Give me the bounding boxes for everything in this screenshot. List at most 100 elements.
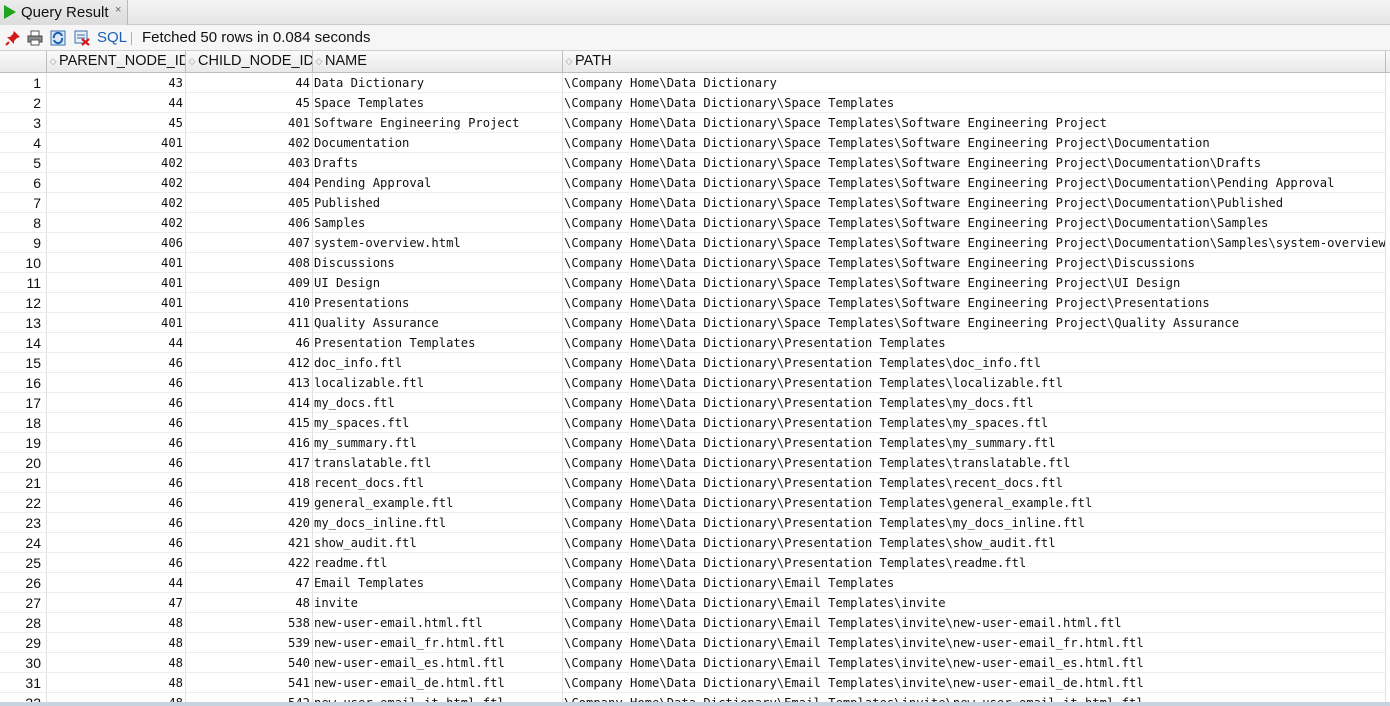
name-cell[interactable]: Pending Approval	[313, 173, 563, 193]
parent-node-id-cell[interactable]: 45	[47, 113, 186, 133]
path-cell[interactable]: \Company Home\Data Dictionary\Presentati…	[563, 493, 1386, 513]
row-number[interactable]: 26	[0, 573, 47, 593]
close-icon[interactable]: ×	[115, 4, 121, 16]
path-cell[interactable]: \Company Home\Data Dictionary\Presentati…	[563, 393, 1386, 413]
parent-node-id-cell[interactable]: 401	[47, 313, 186, 333]
child-node-id-cell[interactable]: 415	[186, 413, 313, 433]
row-number[interactable]: 19	[0, 433, 47, 453]
path-cell[interactable]: \Company Home\Data Dictionary\Space Temp…	[563, 313, 1386, 333]
path-cell[interactable]: \Company Home\Data Dictionary\Space Temp…	[563, 173, 1386, 193]
row-number[interactable]: 5	[0, 153, 47, 173]
table-row[interactable]: 21 46 418 recent_docs.ftl \Company Home\Data…	[0, 473, 1390, 493]
row-number[interactable]: 18	[0, 413, 47, 433]
row-number[interactable]: 25	[0, 553, 47, 573]
name-cell[interactable]: Drafts	[313, 153, 563, 173]
path-cell[interactable]: \Company Home\Data Dictionary\Space Temp…	[563, 193, 1386, 213]
row-number[interactable]: 9	[0, 233, 47, 253]
parent-node-id-cell[interactable]: 402	[47, 173, 186, 193]
child-node-id-cell[interactable]: 407	[186, 233, 313, 253]
parent-node-id-cell[interactable]: 401	[47, 293, 186, 313]
name-cell[interactable]: Space Templates	[313, 93, 563, 113]
table-row[interactable]: 16 46 413 localizable.ftl \Company Home\Data…	[0, 373, 1390, 393]
name-cell[interactable]: translatable.ftl	[313, 453, 563, 473]
child-node-id-cell[interactable]: 420	[186, 513, 313, 533]
child-node-id-cell[interactable]: 45	[186, 93, 313, 113]
parent-node-id-cell[interactable]: 48	[47, 613, 186, 633]
sql-button[interactable]: SQL	[97, 29, 127, 46]
child-node-id-cell[interactable]: 419	[186, 493, 313, 513]
path-cell[interactable]: \Company Home\Data Dictionary\Space Temp…	[563, 293, 1386, 313]
parent-node-id-cell[interactable]: 48	[47, 673, 186, 693]
column-header-parent-node-id[interactable]: ◇ PARENT_NODE_ID	[47, 51, 186, 72]
parent-node-id-cell[interactable]: 46	[47, 453, 186, 473]
child-node-id-cell[interactable]: 47	[186, 573, 313, 593]
table-row[interactable]: 30 48 540 new-user-email_es.html.ftl \Compan…	[0, 653, 1390, 673]
table-row[interactable]: 25 46 422 readme.ftl \Company Home\Data Dict…	[0, 553, 1390, 573]
table-row[interactable]: 26 44 47 Email Templates \Company Home\Data …	[0, 573, 1390, 593]
name-cell[interactable]: Samples	[313, 213, 563, 233]
table-row[interactable]: 20 46 417 translatable.ftl \Company Home\Dat…	[0, 453, 1390, 473]
name-cell[interactable]: my_summary.ftl	[313, 433, 563, 453]
name-cell[interactable]: recent_docs.ftl	[313, 473, 563, 493]
child-node-id-cell[interactable]: 541	[186, 673, 313, 693]
column-header-child-node-id[interactable]: ◇ CHILD_NODE_ID	[186, 51, 313, 72]
table-row[interactable]: 13 401 411 Quality Assurance \Company Home\D…	[0, 313, 1390, 333]
path-cell[interactable]: \Company Home\Data Dictionary\Space Temp…	[563, 213, 1386, 233]
path-cell[interactable]: \Company Home\Data Dictionary\Space Temp…	[563, 113, 1386, 133]
name-cell[interactable]: Email Templates	[313, 573, 563, 593]
child-node-id-cell[interactable]: 48	[186, 593, 313, 613]
row-number[interactable]: 24	[0, 533, 47, 553]
path-cell[interactable]: \Company Home\Data Dictionary\Presentati…	[563, 433, 1386, 453]
child-node-id-cell[interactable]: 422	[186, 553, 313, 573]
table-row[interactable]: 24 46 421 show_audit.ftl \Company Home\Data …	[0, 533, 1390, 553]
child-node-id-cell[interactable]: 416	[186, 433, 313, 453]
name-cell[interactable]: invite	[313, 593, 563, 613]
row-number[interactable]: 30	[0, 653, 47, 673]
path-cell[interactable]: \Company Home\Data Dictionary\Presentati…	[563, 373, 1386, 393]
parent-node-id-cell[interactable]: 401	[47, 133, 186, 153]
row-number[interactable]: 27	[0, 593, 47, 613]
table-row[interactable]: 10 401 408 Discussions \Company Home\Data Di…	[0, 253, 1390, 273]
parent-node-id-cell[interactable]: 402	[47, 153, 186, 173]
child-node-id-cell[interactable]: 401	[186, 113, 313, 133]
row-number[interactable]: 29	[0, 633, 47, 653]
table-row[interactable]: 18 46 415 my_spaces.ftl \Company Home\Data D…	[0, 413, 1390, 433]
refresh-icon[interactable]	[50, 30, 66, 46]
row-number[interactable]: 2	[0, 93, 47, 113]
path-cell[interactable]: \Company Home\Data Dictionary\Presentati…	[563, 513, 1386, 533]
child-node-id-cell[interactable]: 417	[186, 453, 313, 473]
child-node-id-cell[interactable]: 403	[186, 153, 313, 173]
row-number[interactable]: 1	[0, 73, 47, 93]
row-number[interactable]: 21	[0, 473, 47, 493]
path-cell[interactable]: \Company Home\Data Dictionary\Space Temp…	[563, 133, 1386, 153]
column-header-name[interactable]: ◇ NAME	[313, 51, 563, 72]
child-node-id-cell[interactable]: 402	[186, 133, 313, 153]
name-cell[interactable]: my_docs.ftl	[313, 393, 563, 413]
parent-node-id-cell[interactable]: 46	[47, 533, 186, 553]
path-cell[interactable]: \Company Home\Data Dictionary\Presentati…	[563, 413, 1386, 433]
parent-node-id-cell[interactable]: 48	[47, 653, 186, 673]
parent-node-id-cell[interactable]: 402	[47, 213, 186, 233]
path-cell[interactable]: \Company Home\Data Dictionary\Space Temp…	[563, 253, 1386, 273]
row-number[interactable]: 11	[0, 273, 47, 293]
path-cell[interactable]: \Company Home\Data Dictionary\Email Temp…	[563, 593, 1386, 613]
parent-node-id-cell[interactable]: 406	[47, 233, 186, 253]
name-cell[interactable]: my_spaces.ftl	[313, 413, 563, 433]
path-cell[interactable]: \Company Home\Data Dictionary\Presentati…	[563, 553, 1386, 573]
name-cell[interactable]: new-user-email.html.ftl	[313, 613, 563, 633]
path-cell[interactable]: \Company Home\Data Dictionary\Presentati…	[563, 453, 1386, 473]
table-row[interactable]: 15 46 412 doc_info.ftl \Company Home\Data Di…	[0, 353, 1390, 373]
path-cell[interactable]: \Company Home\Data Dictionary\Email Temp…	[563, 613, 1386, 633]
table-row[interactable]: 5 402 403 Drafts \Company Home\Data Dictiona…	[0, 153, 1390, 173]
child-node-id-cell[interactable]: 404	[186, 173, 313, 193]
row-number[interactable]: 15	[0, 353, 47, 373]
row-number[interactable]: 28	[0, 613, 47, 633]
parent-node-id-cell[interactable]: 46	[47, 493, 186, 513]
row-number[interactable]: 3	[0, 113, 47, 133]
name-cell[interactable]: Presentations	[313, 293, 563, 313]
table-row[interactable]: 4 401 402 Documentation \Company Home\Data D…	[0, 133, 1390, 153]
parent-node-id-cell[interactable]: 46	[47, 553, 186, 573]
table-row[interactable]: 3 45 401 Software Engineering Project \Compa…	[0, 113, 1390, 133]
row-number[interactable]: 7	[0, 193, 47, 213]
name-cell[interactable]: Published	[313, 193, 563, 213]
